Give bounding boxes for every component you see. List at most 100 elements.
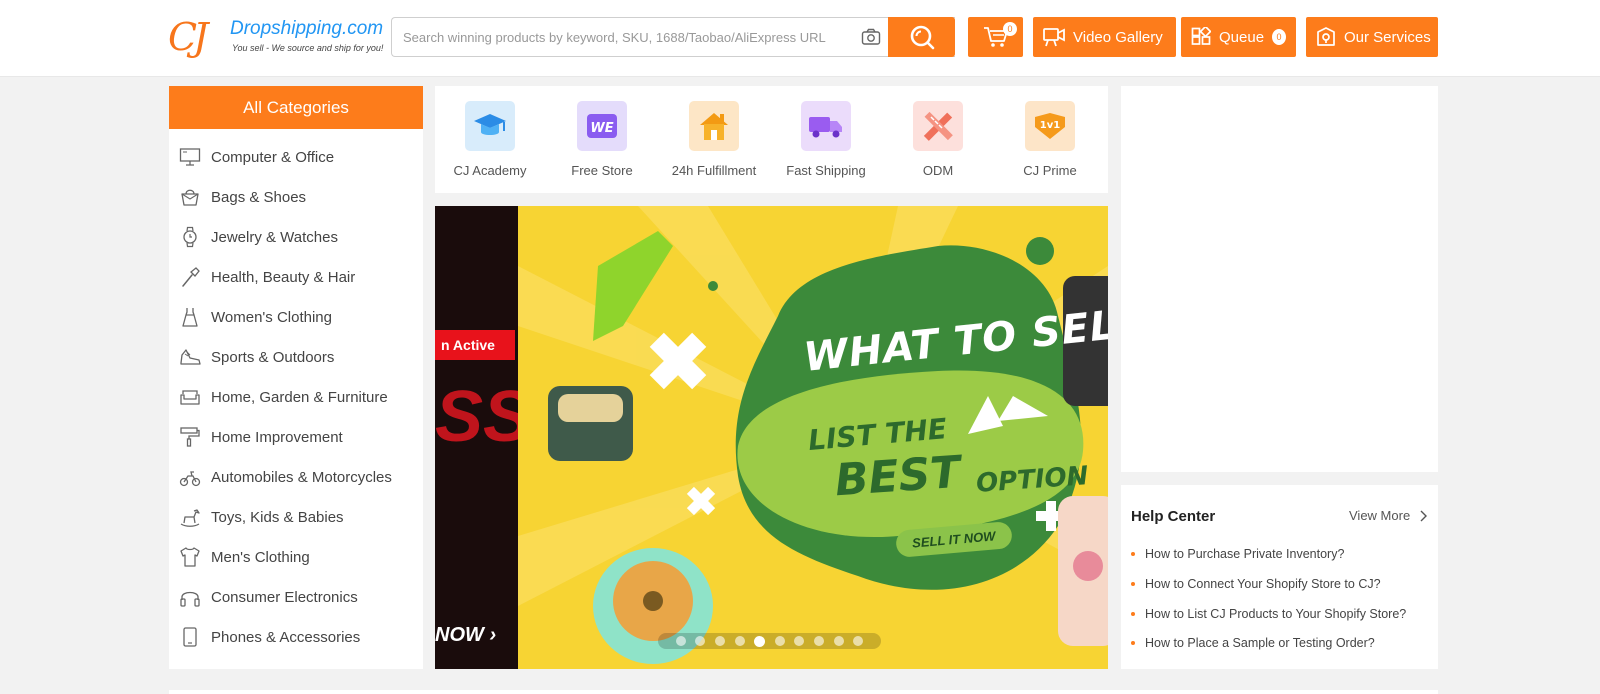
category-item-jewelry-watches[interactable]: Jewelry & Watches <box>169 220 423 254</box>
queue-label: Queue <box>1219 28 1265 46</box>
quick-link-cj-academy[interactable]: CJ Academy <box>435 101 545 178</box>
category-item-toys-kids-babies[interactable]: Toys, Kids & Babies <box>169 500 423 534</box>
search-button[interactable] <box>888 17 955 57</box>
category-label: Computer & Office <box>211 148 335 166</box>
quick-link-label: CJ Prime <box>1023 163 1077 178</box>
help-link[interactable]: How to Purchase Private Inventory? <box>1131 547 1344 561</box>
carousel-dot[interactable] <box>675 636 686 646</box>
category-item-home-garden-furniture[interactable]: Home, Garden & Furniture <box>169 380 423 414</box>
quick-link-free-store[interactable]: WE Free Store <box>547 101 657 178</box>
headphones-icon <box>180 591 200 607</box>
sofa-icon <box>180 390 200 405</box>
category-item-mens-clothing[interactable]: Men's Clothing <box>169 540 423 574</box>
brush-icon <box>182 267 200 287</box>
category-label: Sports & Outdoors <box>211 348 335 366</box>
previous-slide-peek: SS n Active NOW › <box>435 206 518 669</box>
help-link[interactable]: How to List CJ Products to Your Shopify … <box>1131 607 1406 621</box>
quick-link-24h-fulfillment[interactable]: 24h Fulfillment <box>659 101 769 178</box>
svg-text:1v1: 1v1 <box>1040 120 1060 131</box>
next-section-edge <box>169 690 1438 694</box>
carousel-dot[interactable] <box>734 636 745 646</box>
search-box <box>391 17 955 57</box>
bullet-dot <box>1131 612 1135 616</box>
category-item-health-beauty-hair[interactable]: Health, Beauty & Hair <box>169 260 423 294</box>
category-item-consumer-electronics[interactable]: Consumer Electronics <box>169 580 423 614</box>
carousel-dot[interactable] <box>714 636 725 646</box>
category-item-bags-shoes[interactable]: Bags & Shoes <box>169 180 423 214</box>
quick-link-label: 24h Fulfillment <box>671 163 757 178</box>
category-item-sports-outdoors[interactable]: Sports & Outdoors <box>169 340 423 374</box>
carousel-pagination <box>658 633 881 649</box>
category-item-womens-clothing[interactable]: Women's Clothing <box>169 300 423 334</box>
category-label: Home, Garden & Furniture <box>211 388 388 406</box>
logo-mark: CJ <box>168 15 208 59</box>
category-label: Consumer Electronics <box>211 588 358 606</box>
top-header: CJ Dropshipping.com You sell - We source… <box>0 0 1600 77</box>
carousel-dot[interactable] <box>814 636 824 646</box>
cart-button[interactable]: 0 <box>968 17 1023 57</box>
quick-link-label: ODM <box>922 163 954 178</box>
help-link-label: How to Connect Your Shopify Store to CJ? <box>1145 577 1381 591</box>
banner-line-best: BEST <box>833 446 962 507</box>
quick-links-bar: CJ Academy WE Free Store 24h Fulfillment… <box>435 86 1108 193</box>
quick-link-label: Free Store <box>571 163 633 178</box>
video-icon <box>1043 28 1065 47</box>
carousel-dot[interactable] <box>853 636 864 646</box>
category-item-phones-accessories[interactable]: Phones & Accessories <box>169 620 423 654</box>
logo-tagline: You sell - We source and ship for you! <box>232 43 384 53</box>
quick-link-odm[interactable]: ODM <box>883 101 993 178</box>
carousel-dot[interactable] <box>833 636 844 646</box>
monitor-icon <box>179 148 201 166</box>
bullet-dot <box>1131 582 1135 586</box>
side-tag: n Active <box>435 330 515 360</box>
category-label: Toys, Kids & Babies <box>211 508 344 526</box>
sneaker-icon <box>180 349 201 365</box>
logo-name: Dropshipping.com <box>230 18 384 39</box>
category-item-automobiles-motorcycles[interactable]: Automobiles & Motorcycles <box>169 460 423 494</box>
carousel-dot[interactable] <box>695 636 706 646</box>
carousel-dot[interactable] <box>794 636 805 646</box>
carousel-dot-active[interactable] <box>754 635 766 647</box>
category-item-home-improvement[interactable]: Home Improvement <box>169 420 423 454</box>
bag-icon <box>181 189 199 206</box>
quick-link-cj-prime[interactable]: 1v1 CJ Prime <box>995 101 1105 178</box>
bullet-dot <box>1131 552 1135 556</box>
our-services-label: Our Services <box>1344 28 1431 46</box>
all-categories-header[interactable]: All Categories <box>169 86 423 129</box>
queue-count-badge: 0 <box>1272 29 1286 45</box>
category-label: Bags & Shoes <box>211 188 307 206</box>
chevron-right-icon <box>1420 510 1428 521</box>
category-label: Health, Beauty & Hair <box>211 268 356 286</box>
category-menu: All Categories Computer & Office Bags & … <box>169 86 423 669</box>
category-label: Home Improvement <box>211 428 343 446</box>
current-slide[interactable]: WHAT TO SELL? LIST THE BEST OPTION SELL … <box>518 206 1108 669</box>
our-services-button[interactable]: Our Services <box>1306 17 1438 57</box>
category-item-computer-office[interactable]: Computer & Office <box>169 140 423 174</box>
we-store-icon: WE <box>577 101 627 151</box>
side-now-label: NOW <box>435 624 484 646</box>
help-link[interactable]: How to Place a Sample or Testing Order? <box>1131 636 1375 650</box>
carousel-dot[interactable] <box>774 636 785 646</box>
truck-icon <box>801 101 851 151</box>
ss-decor-text: SS <box>435 377 518 457</box>
category-label: Phones & Accessories <box>211 628 361 646</box>
camera-icon[interactable] <box>861 28 881 46</box>
help-link-label: How to Place a Sample or Testing Order? <box>1145 636 1375 650</box>
side-now-text: NOW › <box>435 624 497 646</box>
help-link[interactable]: How to Connect Your Shopify Store to CJ? <box>1131 577 1381 591</box>
graduation-cap-icon <box>465 101 515 151</box>
view-more-link[interactable]: View More <box>1349 508 1430 523</box>
search-icon <box>910 25 934 50</box>
cj-logo[interactable]: CJ Dropshipping.com You sell - We source… <box>168 14 383 60</box>
video-gallery-button[interactable]: Video Gallery <box>1033 17 1176 57</box>
search-input[interactable] <box>403 18 843 56</box>
right-ad-panel <box>1121 86 1438 472</box>
help-center-panel: Help Center View More How to Purchase Pr… <box>1121 485 1438 669</box>
help-center-title: Help Center <box>1131 508 1216 525</box>
motorcycle-icon <box>179 471 201 487</box>
queue-button[interactable]: Queue 0 <box>1181 17 1296 57</box>
promo-banner-carousel[interactable]: SS n Active NOW › <box>435 206 1108 669</box>
quick-link-fast-shipping[interactable]: Fast Shipping <box>771 101 881 178</box>
view-more-label: View More <box>1349 508 1411 523</box>
category-label: Automobiles & Motorcycles <box>211 468 392 486</box>
